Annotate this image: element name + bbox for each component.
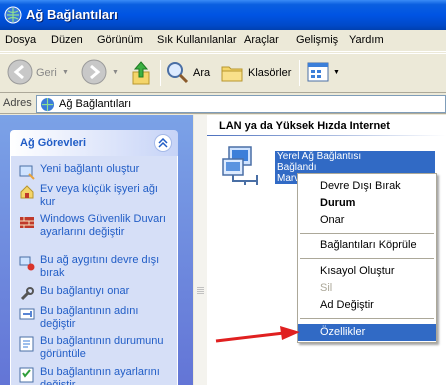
task-label: Yeni bağlantı oluştur (40, 163, 140, 175)
menu-repair[interactable]: Onar (298, 212, 436, 229)
folder-icon (221, 66, 243, 82)
menu-favorites[interactable]: Sık Kullanılanlar (157, 34, 237, 46)
back-button[interactable]: Geri ▼ (4, 58, 69, 90)
forward-dropdown-icon[interactable]: ▼ (112, 69, 119, 76)
forward-arrow-icon (81, 59, 107, 85)
menu-bar: Dosya Düzen Görünüm Sık Kullanılanlar Ar… (0, 30, 446, 52)
repair-icon (20, 287, 34, 301)
task-label: Windows Güvenlik Duvarı ayarlarını değiş… (40, 213, 166, 238)
collapse-button[interactable] (154, 134, 172, 152)
views-button[interactable]: ▼ (305, 58, 341, 90)
folders-button[interactable]: Klasörler (220, 58, 294, 90)
menu-bridge[interactable]: Bağlantıları Köprüle (298, 237, 436, 254)
annotation-arrow-icon (215, 326, 300, 343)
menu-gelismis[interactable]: Gelişmiş (296, 34, 338, 46)
chevron-up-icon (158, 138, 168, 148)
search-button[interactable]: Ara (165, 58, 215, 90)
address-bar: Adres Ağ Bağlantıları (0, 94, 446, 114)
views-icon (307, 62, 329, 82)
views-dropdown-icon[interactable]: ▼ (333, 69, 340, 76)
disable-device-icon (19, 256, 35, 271)
menu-disable[interactable]: Devre Dışı Bırak (298, 178, 436, 195)
up-folder-icon[interactable] (130, 60, 154, 86)
back-label: Geri (36, 67, 57, 79)
network-tasks-title: Ağ Görevleri (20, 137, 87, 149)
address-value: Ağ Bağlantıları (59, 98, 132, 110)
back-arrow-icon (7, 59, 33, 85)
task-pane: Ağ Görevleri Yeni bağlantı oluştur Ev ve… (0, 115, 193, 385)
menu-duzen[interactable]: Düzen (51, 34, 83, 46)
toolbar-separator (299, 60, 300, 86)
address-label: Adres (3, 97, 32, 109)
scrollbar-grip[interactable] (197, 287, 204, 288)
network-tasks-list: Yeni bağlantı oluştur Ev veya küçük işye… (10, 156, 178, 385)
menu-rename[interactable]: Ad Değiştir (298, 297, 436, 314)
new-connection-icon (19, 165, 35, 180)
connection-status: Bağlandı (277, 162, 317, 173)
firewall-icon (20, 217, 34, 228)
menu-araclar[interactable]: Araçlar (244, 34, 279, 46)
rename-icon (19, 308, 35, 320)
menu-delete[interactable]: Sil (298, 280, 436, 297)
back-dropdown-icon[interactable]: ▼ (62, 69, 69, 76)
section-divider (207, 135, 446, 136)
vertical-scrollbar[interactable] (193, 115, 207, 385)
task-label: Bu bağlantının durumunu görüntüle (40, 335, 164, 360)
menu-separator (300, 233, 434, 234)
settings-icon (19, 367, 34, 383)
folders-label: Klasörler (248, 67, 292, 79)
search-icon (167, 62, 189, 84)
toolbar-separator (160, 60, 161, 86)
address-field[interactable]: Ağ Bağlantıları (36, 95, 446, 113)
toolbar: Geri ▼ ▼ Ara Klasörler ▼ (0, 53, 446, 93)
task-label: Bu bağlantının ayarlarını değiştir (40, 366, 160, 385)
lan-connection-icon[interactable] (221, 145, 263, 187)
search-label: Ara (193, 67, 211, 79)
task-label: Bu bağlantıyı onar (40, 285, 130, 297)
title-bar[interactable]: Ağ Bağlantıları (0, 0, 446, 30)
menu-dosya[interactable]: Dosya (5, 34, 36, 46)
task-label: Bu ağ aygıtını devre dışı bırak (40, 254, 160, 279)
network-connections-icon (40, 97, 55, 112)
menu-create-shortcut[interactable]: Kısayol Oluştur (298, 263, 436, 280)
menu-yardim[interactable]: Yardım (349, 34, 384, 46)
menu-separator (300, 258, 434, 259)
status-icon (19, 336, 34, 352)
menu-properties[interactable]: Özellikler (298, 324, 436, 341)
forward-button[interactable]: ▼ (80, 58, 120, 90)
home-network-icon (20, 185, 34, 199)
network-connections-icon (4, 6, 22, 24)
menu-separator (300, 318, 434, 319)
menu-status[interactable]: Durum (298, 195, 436, 212)
context-menu: Devre Dışı Bırak Durum Onar Bağlantıları… (297, 173, 437, 343)
section-title: LAN ya da Yüksek Hızda Internet (219, 120, 390, 132)
network-tasks-header[interactable]: Ağ Görevleri (10, 130, 178, 156)
task-label: Ev veya küçük işyeri ağı kur (40, 183, 158, 208)
menu-gorunum[interactable]: Görünüm (97, 34, 143, 46)
window-title: Ağ Bağlantıları (26, 7, 118, 22)
task-label: Bu bağlantının adını değiştir (40, 305, 139, 330)
connection-name: Yerel Ağ Bağlantısı (277, 151, 362, 162)
